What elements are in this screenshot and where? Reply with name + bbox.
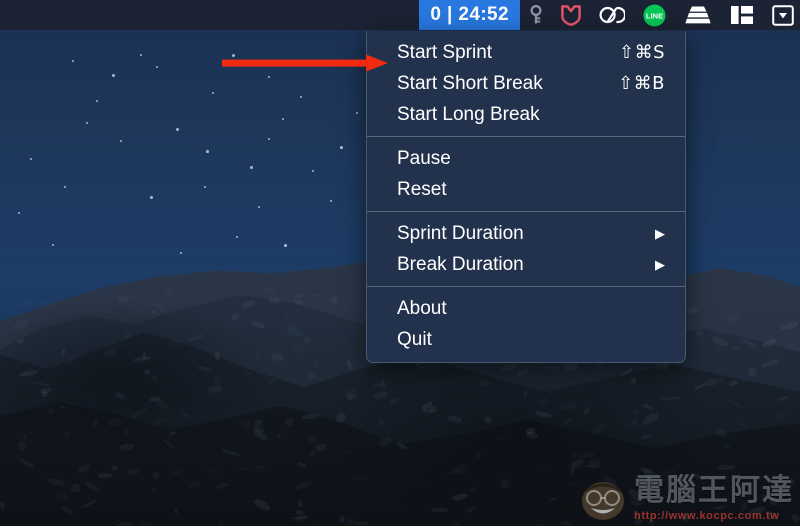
- star: [340, 146, 343, 149]
- star: [156, 66, 159, 69]
- menu-item-label: Break Duration: [397, 253, 524, 275]
- menu-item-about[interactable]: About: [367, 293, 685, 324]
- menu-item-label: Start Short Break: [397, 72, 543, 94]
- terrain-speckle: [17, 298, 34, 309]
- menu-item-shortcut: ⇧⌘S: [618, 42, 665, 63]
- key-icon[interactable]: [520, 0, 552, 30]
- star: [176, 128, 180, 132]
- star: [236, 236, 239, 239]
- star: [258, 206, 260, 208]
- chevron-right-icon: ▶: [655, 257, 665, 272]
- star: [52, 244, 55, 247]
- star: [30, 158, 32, 160]
- mcafee-shield-icon[interactable]: [552, 0, 590, 30]
- star: [232, 54, 236, 58]
- star: [312, 170, 315, 173]
- menu-section-start: Start Sprint ⇧⌘S Start Short Break ⇧⌘B S…: [367, 37, 685, 130]
- screen: 0 | 24:52 LINE Start Sprint ⇧⌘S Start Sh…: [0, 0, 800, 530]
- stack-layers-icon[interactable]: [675, 0, 721, 30]
- star: [140, 54, 142, 56]
- menu-item-label: About: [397, 297, 447, 319]
- menu-item-label: Quit: [397, 328, 432, 350]
- star: [330, 200, 333, 203]
- star: [18, 212, 21, 215]
- star: [284, 244, 287, 247]
- menu-item-start-long-break[interactable]: Start Long Break: [367, 99, 685, 130]
- star: [120, 140, 123, 143]
- star: [300, 96, 302, 98]
- star: [356, 112, 359, 115]
- watermark-text: 電腦王阿達 http://www.kocpc.com.tw: [634, 473, 794, 523]
- svg-text:LINE: LINE: [646, 11, 663, 20]
- star: [206, 150, 209, 153]
- menu-item-start-sprint[interactable]: Start Sprint ⇧⌘S: [367, 37, 685, 68]
- menu-item-break-duration[interactable]: Break Duration ▶: [367, 249, 685, 280]
- star: [150, 196, 153, 199]
- star: [282, 118, 285, 121]
- menu-item-reset[interactable]: Reset: [367, 174, 685, 205]
- menu-separator: [367, 211, 685, 212]
- menu-item-pause[interactable]: Pause: [367, 143, 685, 174]
- line-icon[interactable]: LINE: [634, 0, 675, 30]
- chevron-right-icon: ▶: [655, 226, 665, 241]
- sprint-dropdown-menu[interactable]: Start Sprint ⇧⌘S Start Short Break ⇧⌘B S…: [366, 31, 686, 363]
- adobe-creative-cloud-icon[interactable]: [590, 0, 634, 30]
- menu-item-label: Sprint Duration: [397, 222, 524, 244]
- terrain-speckle: [40, 300, 48, 306]
- boxed-dropdown-icon[interactable]: [763, 0, 800, 30]
- menu-item-quit[interactable]: Quit: [367, 324, 685, 355]
- star: [112, 74, 115, 77]
- menu-section-app: About Quit: [367, 293, 685, 355]
- menu-item-label: Start Sprint: [397, 41, 493, 63]
- menu-bar-left-spacer: [0, 0, 419, 30]
- star: [86, 122, 89, 125]
- macos-menu-bar: 0 | 24:52 LINE: [0, 0, 800, 30]
- star: [250, 166, 253, 169]
- menu-item-label: Start Long Break: [397, 103, 540, 125]
- menu-item-shortcut: ⇧⌘B: [618, 73, 665, 94]
- menu-section-control: Pause Reset: [367, 143, 685, 205]
- menu-item-label: Reset: [397, 178, 447, 200]
- menu-item-sprint-duration[interactable]: Sprint Duration ▶: [367, 218, 685, 249]
- star: [268, 76, 271, 79]
- watermark: 電腦王阿達 http://www.kocpc.com.tw: [579, 476, 794, 522]
- menu-separator: [367, 286, 685, 287]
- menu-item-label: Pause: [397, 147, 451, 169]
- star: [212, 92, 214, 94]
- star: [96, 100, 99, 103]
- star: [64, 186, 66, 188]
- star: [72, 60, 75, 63]
- watermark-url: http://www.kocpc.com.tw: [634, 510, 780, 522]
- menu-separator: [367, 136, 685, 137]
- menu-section-duration: Sprint Duration ▶ Break Duration ▶: [367, 218, 685, 280]
- star: [180, 252, 182, 254]
- star: [204, 186, 207, 189]
- star: [268, 138, 270, 140]
- menu-item-start-short-break[interactable]: Start Short Break ⇧⌘B: [367, 68, 685, 99]
- sprint-timer-status[interactable]: 0 | 24:52: [419, 0, 520, 30]
- page-bottom-edge: [0, 526, 800, 530]
- watermark-title: 電腦王阿達: [634, 473, 794, 508]
- panel-layout-icon[interactable]: [721, 0, 763, 30]
- watermark-face-icon: [579, 477, 627, 521]
